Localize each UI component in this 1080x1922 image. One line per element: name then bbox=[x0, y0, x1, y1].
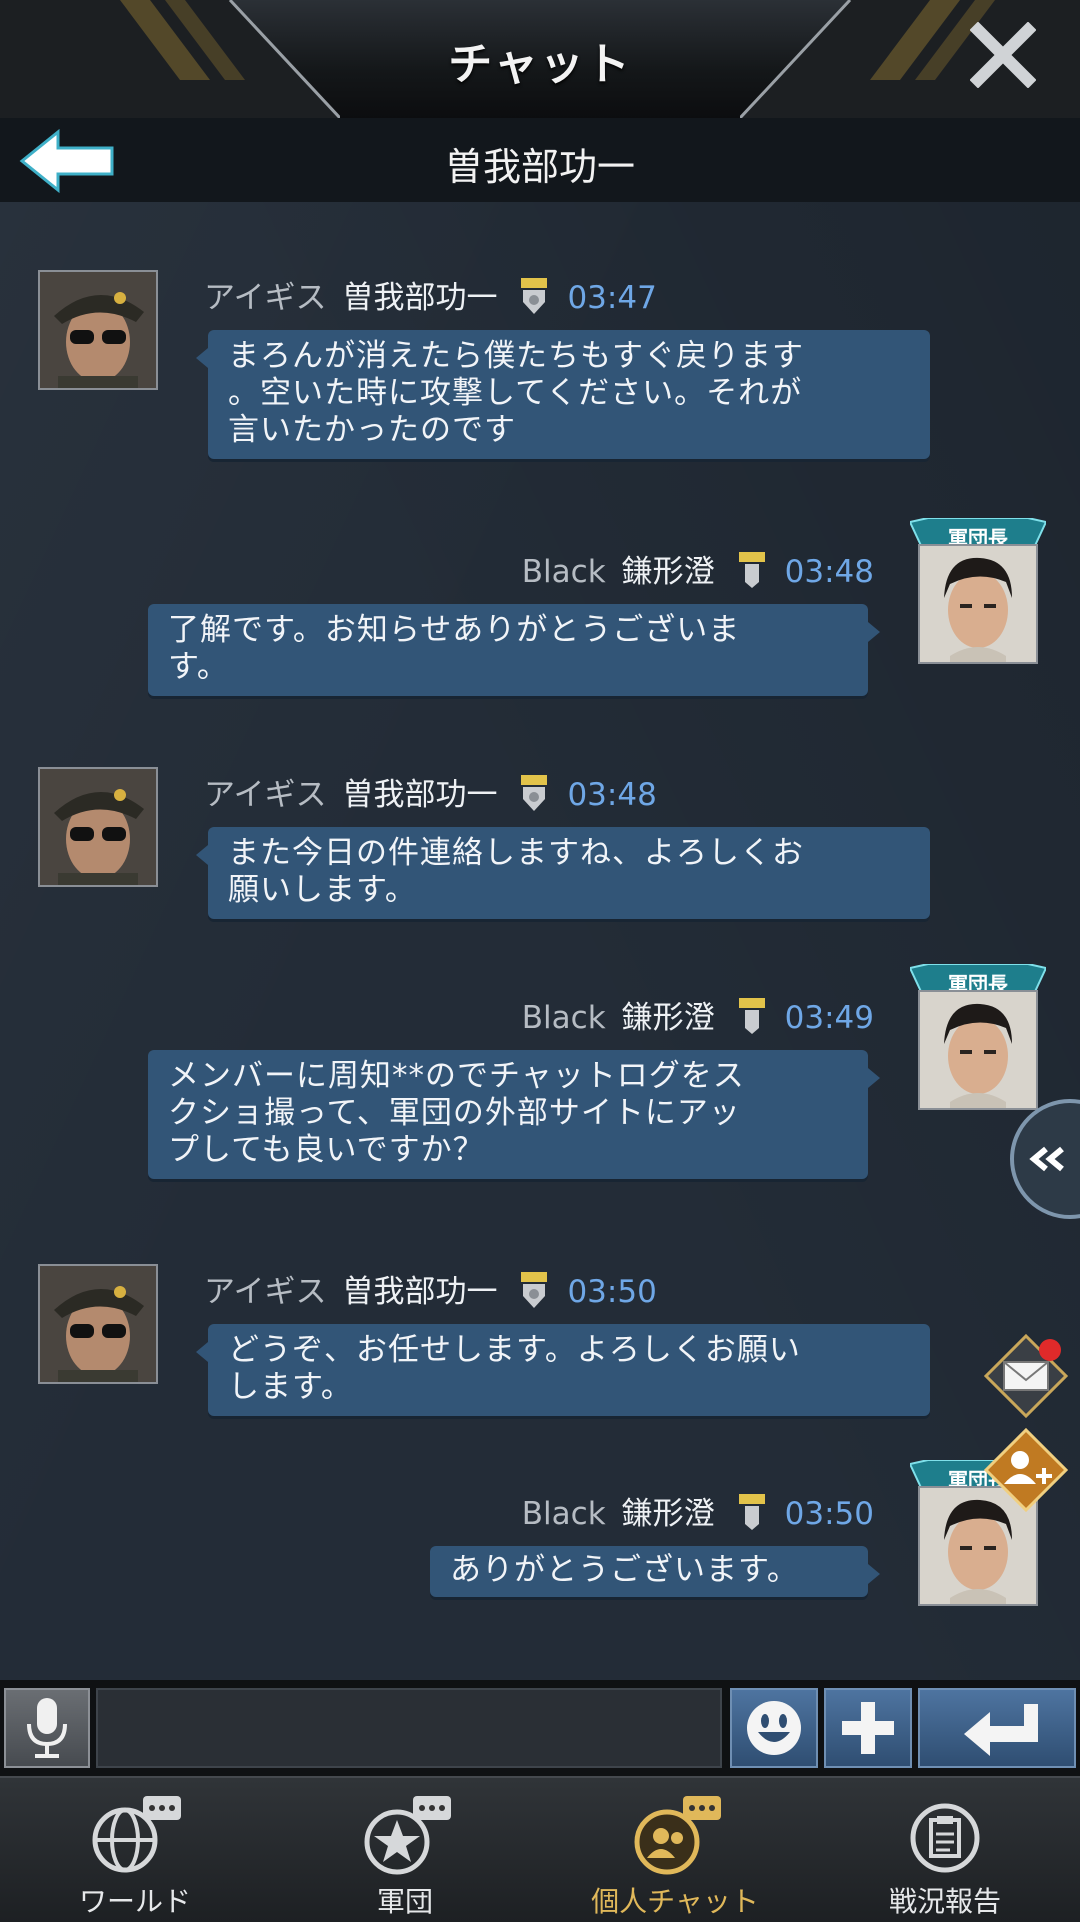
message-bubble[interactable]: メンバーに周知**のでチャットログをス クショ撮って、軍団の外部サイトにアッ プ… bbox=[148, 1050, 880, 1179]
nav-private-chat[interactable]: 個人チャット bbox=[540, 1778, 810, 1922]
add-friend-icon[interactable] bbox=[984, 1428, 1068, 1512]
message-meta: アイギス 曽我部功一 03:50 bbox=[204, 1266, 657, 1311]
sender-name[interactable]: 曽我部功一 bbox=[342, 280, 497, 316]
message-time: 03:49 bbox=[784, 1000, 874, 1036]
send-button[interactable] bbox=[918, 1688, 1076, 1768]
avatar[interactable] bbox=[38, 1264, 158, 1384]
chat-message-list[interactable]: アイギス 曽我部功一 03:47 まろんが消えたら僕たちもすぐ戻ります 。空いた時に… bbox=[0, 202, 1080, 1680]
close-icon[interactable] bbox=[970, 22, 1036, 88]
message-input-bar bbox=[0, 1680, 1080, 1776]
nav-label: 個人チャット bbox=[591, 1885, 759, 1918]
rank-medal-icon bbox=[521, 1272, 548, 1308]
rank-medal-icon bbox=[738, 998, 765, 1034]
message-bubble[interactable]: また今日の件連絡しますね、よろしくお 願いします。 bbox=[196, 827, 930, 919]
conversation-partner-name: 曽我部功一 bbox=[444, 145, 635, 189]
voice-input-button[interactable] bbox=[4, 1688, 90, 1768]
message-time: 03:48 bbox=[784, 554, 874, 590]
nav-legion[interactable]: 軍団 bbox=[270, 1778, 540, 1922]
message-time: 03:47 bbox=[567, 280, 657, 316]
sender-alliance: Black bbox=[521, 554, 606, 590]
avatar[interactable] bbox=[38, 767, 158, 887]
message-bubble[interactable]: まろんが消えたら僕たちもすぐ戻ります 。空いた時に攻撃してください。それが 言い… bbox=[196, 330, 930, 459]
rank-medal-icon bbox=[521, 278, 548, 314]
sender-alliance: アイギス bbox=[204, 280, 327, 316]
message-meta: Black 鎌形澄 03:49 bbox=[522, 992, 874, 1037]
sender-alliance: アイギス bbox=[204, 777, 327, 813]
message-bubble[interactable]: 了解です。お知らせありがとうございま す。 bbox=[148, 604, 880, 696]
sender-name[interactable]: 鎌形澄 bbox=[622, 554, 715, 590]
message-meta: アイギス 曽我部功一 03:48 bbox=[204, 769, 657, 814]
avatar[interactable] bbox=[918, 544, 1038, 664]
message-time: 03:50 bbox=[784, 1496, 874, 1532]
commander-portrait-icon bbox=[920, 546, 1036, 662]
conversation-header: 曽我部功一 bbox=[0, 118, 1080, 202]
chat-message-input[interactable] bbox=[96, 1688, 722, 1768]
sender-name[interactable]: 曽我部功一 bbox=[342, 1274, 497, 1310]
smiley-icon bbox=[747, 1701, 801, 1755]
sender-name[interactable]: 鎌形澄 bbox=[622, 1000, 715, 1036]
sender-alliance: アイギス bbox=[204, 1274, 327, 1310]
sender-alliance: Black bbox=[521, 1496, 606, 1532]
nav-label: 軍団 bbox=[376, 1885, 433, 1918]
sender-name[interactable]: 曽我部功一 bbox=[342, 777, 497, 813]
commander-portrait-icon bbox=[920, 992, 1036, 1108]
attach-button[interactable] bbox=[824, 1688, 912, 1768]
nav-label: ワールド bbox=[78, 1885, 191, 1918]
emoji-button[interactable] bbox=[730, 1688, 818, 1768]
soldier-portrait-icon bbox=[40, 1266, 156, 1382]
nav-label: 戦況報告 bbox=[888, 1885, 1001, 1918]
sender-name[interactable]: 鎌形澄 bbox=[622, 1496, 715, 1532]
rank-medal-icon bbox=[738, 1494, 765, 1530]
message-meta: Black 鎌形澄 03:48 bbox=[522, 546, 874, 591]
plus-icon bbox=[842, 1702, 894, 1754]
soldier-portrait-icon bbox=[40, 769, 156, 885]
title-bar: チャット bbox=[0, 0, 1080, 120]
report-icon bbox=[910, 1803, 980, 1873]
message-meta: Black 鎌形澄 03:50 bbox=[522, 1488, 874, 1533]
star-chat-icon bbox=[364, 1796, 451, 1875]
microphone-icon bbox=[27, 1698, 67, 1758]
rank-medal-icon bbox=[738, 552, 765, 588]
avatar[interactable] bbox=[918, 990, 1038, 1110]
bottom-navigation: ワールド 軍団 個人チャット 戦況報告 bbox=[0, 1776, 1080, 1922]
message-bubble[interactable]: どうぞ、お任せします。よろしくお願い します。 bbox=[196, 1324, 930, 1416]
soldier-portrait-icon bbox=[40, 272, 156, 388]
mail-icon[interactable] bbox=[984, 1334, 1068, 1418]
page-title: チャット bbox=[448, 39, 632, 90]
side-panel-toggle-icon[interactable] bbox=[1008, 1097, 1080, 1221]
nav-battle-report[interactable]: 戦況報告 bbox=[810, 1778, 1080, 1922]
avatar[interactable] bbox=[38, 270, 158, 390]
private-chat-icon bbox=[634, 1796, 721, 1875]
message-bubble[interactable]: ありがとうございます。 bbox=[430, 1546, 880, 1597]
nav-world[interactable]: ワールド bbox=[0, 1778, 270, 1922]
globe-chat-icon bbox=[92, 1796, 181, 1873]
message-meta: アイギス 曽我部功一 03:47 bbox=[204, 272, 657, 317]
sender-alliance: Black bbox=[521, 1000, 606, 1036]
enter-arrow-icon bbox=[964, 1704, 1038, 1756]
message-time: 03:50 bbox=[567, 1274, 657, 1310]
message-time: 03:48 bbox=[567, 777, 657, 813]
rank-medal-icon bbox=[521, 775, 548, 811]
